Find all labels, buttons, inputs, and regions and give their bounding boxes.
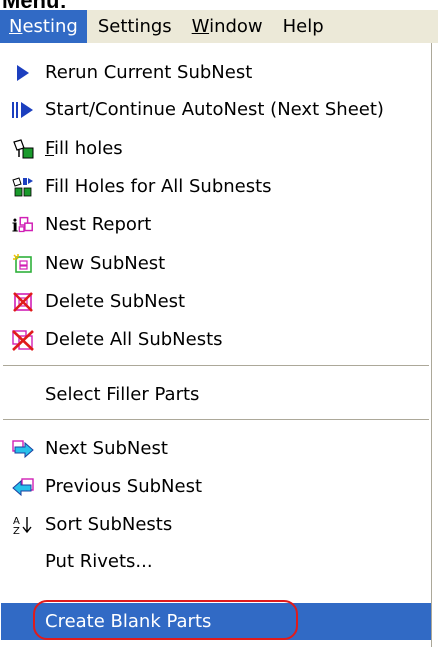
delete-subnest-icon xyxy=(11,290,35,314)
play-triangle-icon xyxy=(11,61,35,85)
menu-separator xyxy=(3,365,429,367)
menubar-help[interactable]: Help xyxy=(274,10,333,43)
menu-item-start-continue-autonest[interactable]: Start/Continue AutoNest (Next Sheet) xyxy=(1,91,431,128)
menubar-label: Settings xyxy=(97,16,172,37)
svg-text:i: i xyxy=(12,215,18,235)
menu-item-label: Fill Holes for All Subnests xyxy=(45,176,272,197)
menubar-label: Help xyxy=(282,16,324,37)
menu-item-label: Next SubNest xyxy=(45,438,168,459)
menu-item-put-rivets[interactable]: Put Rivets... xyxy=(1,543,431,580)
menubar-label: esting xyxy=(22,16,78,37)
menu-item-fill-holes-all-subnests[interactable]: Fill Holes for All Subnests xyxy=(1,168,431,205)
menu-item-sort-subnests[interactable]: AZ Sort SubNests xyxy=(1,506,431,543)
mnemonic-letter: N xyxy=(9,16,23,37)
menubar-settings[interactable]: Settings xyxy=(89,10,181,43)
menu-item-label: New SubNest xyxy=(45,253,166,274)
menu-item-label: Delete SubNest xyxy=(45,291,186,312)
menubar-nesting[interactable]: Nesting xyxy=(0,10,87,43)
menu-item-label: Delete All SubNests xyxy=(45,329,223,350)
menu-item-label: Nest Report xyxy=(45,214,152,235)
menu-item-label: Rerun Current SubNest xyxy=(45,62,253,83)
fill-holes-icon xyxy=(11,137,35,161)
menu-separator xyxy=(3,419,429,421)
menu-item-label: Previous SubNest xyxy=(45,476,203,497)
mnemonic-letter: F xyxy=(45,138,55,159)
menu-item-create-blank-parts[interactable]: Create Blank Parts xyxy=(1,603,431,640)
fill-holes-all-icon xyxy=(11,175,35,199)
nesting-dropdown-menu: Rerun Current SubNest Start/Continue Aut… xyxy=(0,43,432,647)
menu-bar: Nesting Settings Window Help xyxy=(0,10,438,43)
info-report-icon: i xyxy=(11,213,35,237)
svg-text:Z: Z xyxy=(13,526,20,536)
mnemonic-letter: W xyxy=(191,16,210,37)
menu-item-rerun-current-subnest[interactable]: Rerun Current SubNest xyxy=(1,54,431,91)
menu-item-label-rest: ill holes xyxy=(54,138,123,159)
menu-item-delete-subnest[interactable]: Delete SubNest xyxy=(1,283,431,320)
menu-item-label: Create Blank Parts xyxy=(45,611,212,632)
next-arrow-icon xyxy=(11,437,35,461)
delete-all-subnests-icon xyxy=(11,328,35,352)
menu-item-fill-holes[interactable]: Fill holes xyxy=(1,130,431,167)
sort-az-icon: AZ xyxy=(11,513,35,537)
menu-item-label: Sort SubNests xyxy=(45,514,173,535)
menu-item-select-filler-parts[interactable]: Select Filler Parts xyxy=(1,376,431,413)
menubar-label: indow xyxy=(209,16,263,37)
skip-play-icon xyxy=(11,98,35,122)
menu-item-label: Put Rivets... xyxy=(45,551,153,572)
menubar-window[interactable]: Window xyxy=(183,10,272,43)
menu-item-new-subnest[interactable]: New SubNest xyxy=(1,245,431,282)
menu-item-label: Fill holes xyxy=(45,138,123,159)
menu-item-delete-all-subnests[interactable]: Delete All SubNests xyxy=(1,321,431,358)
menu-item-nest-report[interactable]: i Nest Report xyxy=(1,206,431,243)
menu-item-label: Start/Continue AutoNest (Next Sheet) xyxy=(45,99,384,120)
menu-item-next-subnest[interactable]: Next SubNest xyxy=(1,430,431,467)
menu-item-label: Select Filler Parts xyxy=(45,384,200,405)
new-subnest-icon xyxy=(11,252,35,276)
previous-arrow-icon xyxy=(11,475,35,499)
menu-item-previous-subnest[interactable]: Previous SubNest xyxy=(1,468,431,505)
